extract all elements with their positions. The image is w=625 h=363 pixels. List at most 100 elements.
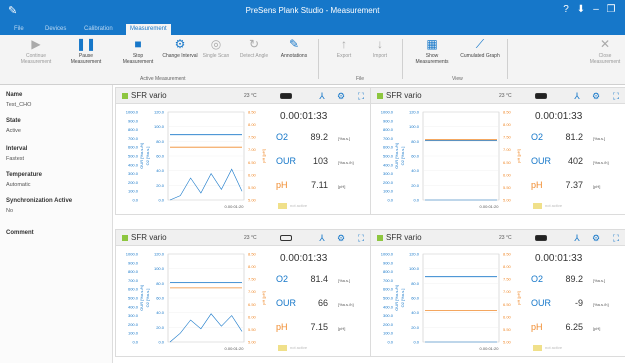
- our-label: OUR: [531, 156, 551, 166]
- ph-tick-label: 6.50: [503, 160, 512, 165]
- ph-tick-label: 5.00: [248, 198, 257, 203]
- sensor-toggle[interactable]: [280, 93, 292, 99]
- change-interval-button[interactable]: ⚙ Change Interval: [160, 37, 200, 73]
- ph-tick-label: 5.50: [503, 185, 512, 190]
- elapsed-time: 0.00:01:33: [280, 111, 328, 122]
- ph-label: pH: [276, 180, 288, 190]
- import-button[interactable]: ↓ Import: [360, 37, 400, 73]
- expand-icon[interactable]: ⛶: [610, 233, 622, 243]
- ph-tick-label: 5.50: [248, 185, 257, 190]
- ribbon: ▶ Continue Measurement ❚❚ Pause Measuremen…: [0, 35, 625, 85]
- our-tick-label: 600.0: [383, 287, 394, 292]
- property-sync-value[interactable]: No: [6, 208, 13, 214]
- ph-tick-label: 8.00: [503, 264, 512, 269]
- ph-unit: [pH]: [338, 184, 346, 189]
- sensor-temperature: 23 °C: [499, 93, 512, 99]
- ph-value: 7.37: [565, 180, 583, 190]
- o2-unit: [%a.s.]: [338, 136, 351, 141]
- o2-tick-label: 80.0: [156, 281, 165, 286]
- indicator-label: not active: [290, 345, 308, 351]
- ph-tick-label: 8.50: [503, 252, 512, 257]
- sensor-status-indicator: [122, 235, 128, 241]
- o2-tick-label: 60.0: [156, 154, 165, 159]
- cumulated-graph-button[interactable]: ⟋ Cumulated Graph: [460, 37, 500, 73]
- sensor-toggle[interactable]: [280, 235, 292, 241]
- group-label-file: File: [356, 76, 365, 82]
- continue-measurement-button[interactable]: ▶ Continue Measurement: [16, 37, 56, 73]
- expand-icon[interactable]: ⛶: [355, 91, 367, 101]
- sensor-readings: 0.00:01:33 O2 89.2 [%a.s.] OUR 103 [%a.s./h] pH…: [274, 104, 372, 216]
- close-measurement-button[interactable]: ✕ Close Measurement: [585, 37, 625, 73]
- tab-file[interactable]: File: [10, 24, 28, 35]
- help-icon[interactable]: ?: [559, 4, 573, 15]
- pause-icon: ❚❚: [75, 37, 97, 51]
- show-measurements-button[interactable]: ▦ Show Measurements: [412, 37, 452, 73]
- export-button[interactable]: ↑ Export: [324, 37, 364, 73]
- o2-tick-label: 60.0: [156, 296, 165, 301]
- tab-devices[interactable]: Devices: [41, 24, 70, 35]
- minimize-icon[interactable]: –: [589, 4, 603, 15]
- sensor-temperature: 23 °C: [499, 235, 512, 241]
- o2-tick-label: 100.0: [154, 124, 165, 129]
- single-scan-button[interactable]: ◎ Single Scan: [196, 37, 236, 73]
- property-name-value[interactable]: Test_CHO: [6, 102, 31, 108]
- sensor-toggle[interactable]: [535, 235, 547, 241]
- o2-tick-label: 20.0: [411, 325, 420, 330]
- our-value: 402: [567, 156, 583, 166]
- annotations-button[interactable]: ✎ Annotations: [274, 37, 314, 73]
- chart-svg: 1000.0 900.0 800.0 700.0 600.0 500.0 400.0 300.…: [126, 252, 266, 352]
- ph-tick-label: 6.00: [248, 314, 257, 319]
- our-tick-label: 0.0: [132, 340, 138, 345]
- elapsed-time: 0.00:01:33: [280, 253, 328, 264]
- property-interval-value[interactable]: Fastest: [6, 156, 24, 162]
- angle-icon[interactable]: ⅄: [571, 233, 583, 243]
- tab-measurement[interactable]: Measurement: [126, 24, 171, 35]
- gear-icon: ⚙: [174, 37, 186, 51]
- our-tick-label: 500.0: [383, 154, 394, 159]
- expand-icon[interactable]: ⛶: [355, 233, 367, 243]
- property-temperature-value[interactable]: Automatic: [6, 182, 30, 188]
- sensor-status-indicator: [122, 93, 128, 99]
- ph-tick-label: 7.50: [503, 135, 512, 140]
- o2-tick-label: 20.0: [156, 183, 165, 188]
- our-tick-label: 800.0: [128, 127, 139, 132]
- our-unit: [%a.s./h]: [593, 302, 609, 307]
- o2-tick-label: 40.0: [411, 310, 420, 315]
- download-icon[interactable]: ⬇: [574, 4, 588, 15]
- o2-value: 81.2: [565, 132, 583, 142]
- restore-icon[interactable]: ❐: [604, 4, 618, 15]
- indicator-box: [533, 203, 542, 209]
- ph-tick-label: 7.50: [503, 277, 512, 282]
- ph-axis-label: pH [pH]: [261, 291, 266, 305]
- our-axis-label: OUR [%a.s./h]: [139, 143, 144, 169]
- o2-label: O2: [531, 274, 544, 284]
- tab-calibration[interactable]: Calibration: [80, 24, 117, 35]
- pause-measurement-button[interactable]: ❚❚ Pause Measurement: [66, 37, 106, 73]
- indicator-label: not active: [545, 203, 563, 209]
- settings-icon[interactable]: ⚙: [335, 233, 347, 243]
- sensor-toggle[interactable]: [535, 93, 547, 99]
- ph-tick-label: 7.00: [248, 289, 257, 294]
- ph-value: 6.25: [565, 322, 583, 332]
- detect-angle-button[interactable]: ↻ Detect Angle: [234, 37, 274, 73]
- settings-icon[interactable]: ⚙: [590, 91, 602, 101]
- our-tick-label: 500.0: [128, 296, 139, 301]
- our-tick-label: 600.0: [128, 287, 139, 292]
- activity-indicator: not active: [533, 345, 562, 351]
- settings-icon[interactable]: ⚙: [335, 91, 347, 101]
- angle-icon[interactable]: ⅄: [316, 91, 328, 101]
- angle-icon[interactable]: ⅄: [316, 233, 328, 243]
- expand-icon[interactable]: ⛶: [610, 91, 622, 101]
- angle-icon[interactable]: ⅄: [571, 91, 583, 101]
- settings-icon[interactable]: ⚙: [590, 233, 602, 243]
- sensor-name: SFR vario: [131, 233, 167, 242]
- ph-axis-label: pH [pH]: [516, 149, 521, 163]
- graph-icon: ⟋: [475, 37, 485, 51]
- indicator-box: [278, 345, 287, 351]
- our-axis-label: OUR [%a.s./h]: [394, 143, 399, 169]
- stop-measurement-button[interactable]: ■ Stop Measurement: [118, 37, 158, 73]
- sensor-name: SFR vario: [386, 91, 422, 100]
- o2-tick-label: 20.0: [156, 325, 165, 330]
- activity-indicator: not active: [278, 203, 307, 209]
- ph-tick-label: 6.50: [503, 302, 512, 307]
